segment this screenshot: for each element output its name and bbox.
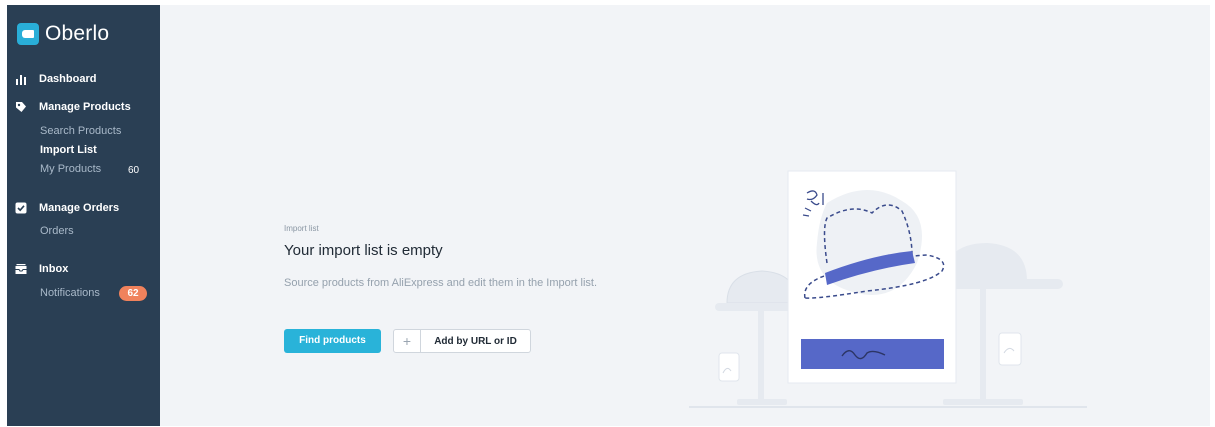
checkbox-icon xyxy=(15,202,27,214)
inbox-icon xyxy=(15,263,27,275)
my-products-count: 60 xyxy=(128,165,140,176)
sidebar-section-inbox[interactable]: Inbox xyxy=(15,263,68,275)
sidebar-item-label: Inbox xyxy=(39,263,69,275)
logo-text: Oberlo xyxy=(45,22,110,45)
sidebar-item-label: Dashboard xyxy=(39,73,97,85)
sidebar-item-dashboard[interactable]: Dashboard xyxy=(15,73,96,85)
sidebar-item-orders[interactable]: Orders xyxy=(40,225,74,237)
bar-chart-icon xyxy=(15,73,27,85)
sidebar: Oberlo Dashboard Manage Products Search … xyxy=(7,5,160,426)
logo[interactable]: Oberlo xyxy=(17,22,109,46)
find-products-button[interactable]: Find products xyxy=(284,329,381,353)
sidebar-item-import-list[interactable]: Import List xyxy=(40,144,97,156)
sidebar-item-label: Manage Products xyxy=(39,101,131,113)
empty-state-illustration xyxy=(687,163,1097,426)
app-frame: Oberlo Dashboard Manage Products Search … xyxy=(7,5,1210,426)
add-by-url-label: Add by URL or ID xyxy=(434,335,517,347)
page-eyebrow: Import list xyxy=(284,224,319,233)
sidebar-section-manage-products[interactable]: Manage Products xyxy=(15,101,131,113)
notifications-badge: 62 xyxy=(119,286,147,301)
oberlo-logo-icon xyxy=(17,23,39,45)
product-card-graphic xyxy=(787,170,957,384)
add-by-url-button[interactable]: + Add by URL or ID xyxy=(393,329,531,353)
sidebar-item-notifications[interactable]: Notifications xyxy=(40,287,100,299)
sidebar-item-label: Manage Orders xyxy=(39,202,120,214)
page-title: Your import list is empty xyxy=(284,242,443,259)
plus-icon: + xyxy=(394,330,421,352)
sidebar-section-manage-orders[interactable]: Manage Orders xyxy=(15,202,119,214)
sidebar-item-search-products[interactable]: Search Products xyxy=(40,125,121,137)
empty-state-description: Source products from AliExpress and edit… xyxy=(284,277,598,289)
sidebar-item-my-products[interactable]: My Products xyxy=(40,163,101,175)
tag-icon xyxy=(15,101,27,113)
